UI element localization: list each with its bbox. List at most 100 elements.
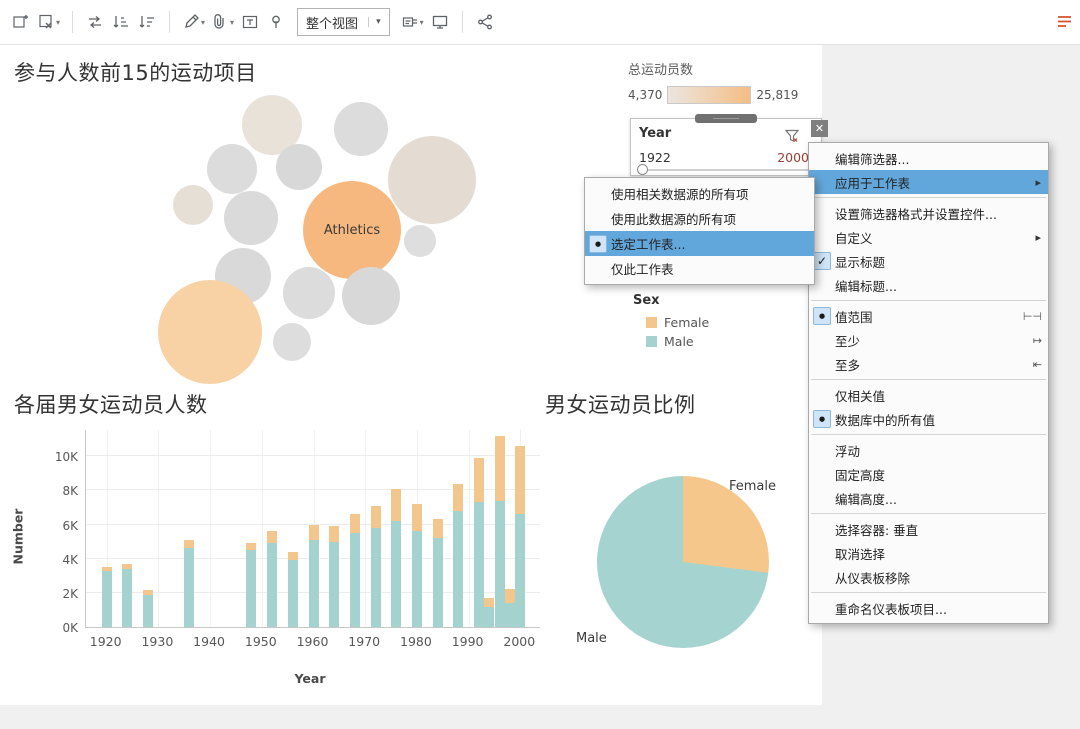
data-guide-icon[interactable] [1056, 13, 1073, 34]
bar-segment-female[interactable] [412, 504, 422, 531]
bubble-mark[interactable] [276, 144, 322, 190]
bar-segment-female[interactable] [433, 519, 443, 538]
bar-segment-female[interactable] [329, 526, 339, 541]
size-gradient-bar[interactable] [667, 86, 751, 104]
bar-segment-female[interactable] [143, 590, 153, 594]
menu-item[interactable]: 从仪表板移除 [809, 565, 1048, 589]
bar-segment-female[interactable] [391, 489, 401, 521]
bar-segment-female[interactable] [102, 567, 112, 570]
bar-segment-male[interactable] [350, 533, 360, 627]
share-icon[interactable] [472, 7, 498, 37]
menu-item-label: 编辑标题... [835, 276, 1024, 295]
bar-segment-male[interactable] [495, 501, 505, 627]
menu-item[interactable]: 至少↦ [809, 328, 1048, 352]
bubble-mark[interactable] [273, 323, 311, 361]
bubble-mark[interactable] [283, 267, 335, 319]
menu-item[interactable]: 至多⇤ [809, 352, 1048, 376]
bar-segment-male[interactable] [453, 511, 463, 627]
presentation-mode-icon[interactable] [427, 7, 453, 37]
bubble-mark[interactable] [404, 225, 436, 257]
bubble-mark[interactable] [388, 136, 476, 224]
menu-item[interactable]: 自定义▸ [809, 225, 1048, 249]
bar-segment-male[interactable] [412, 531, 422, 627]
bar-segment-male[interactable] [515, 514, 525, 627]
bar-segment-male[interactable] [143, 595, 153, 627]
bar-segment-female[interactable] [474, 458, 484, 502]
legend-item-female[interactable]: Female [646, 315, 709, 330]
menu-item[interactable]: 仅相关值 [809, 383, 1048, 407]
menu-item[interactable]: 使用相关数据源的所有项 [585, 181, 814, 206]
menu-item[interactable]: ●值范围⊢⊣ [809, 304, 1048, 328]
bar-segment-male[interactable] [474, 502, 484, 627]
bar-segment-female[interactable] [453, 484, 463, 511]
menu-item[interactable]: 浮动 [809, 438, 1048, 462]
bubble-mark[interactable] [207, 144, 257, 194]
menu-item[interactable]: 编辑标题... [809, 273, 1048, 297]
menu-item[interactable]: 固定高度 [809, 462, 1048, 486]
menu-item[interactable]: 取消选择 [809, 541, 1048, 565]
bar-segment-female[interactable] [515, 446, 525, 514]
bar-segment-female[interactable] [122, 564, 132, 569]
menu-item[interactable]: 设置筛选器格式并设置控件... [809, 201, 1048, 225]
bar-segment-female[interactable] [246, 543, 256, 551]
bar-segment-male[interactable] [267, 543, 277, 627]
menu-item-label: 使用此数据源的所有项 [611, 209, 790, 228]
bar-segment-male[interactable] [246, 550, 256, 627]
bar-segment-male[interactable] [309, 540, 319, 627]
bar-segment-female[interactable] [184, 540, 194, 549]
bar-segment-male[interactable] [329, 542, 339, 627]
bar-segment-female[interactable] [288, 552, 298, 561]
bar-segment-female[interactable] [505, 589, 515, 603]
menu-item[interactable]: ✓显示标题 [809, 249, 1048, 273]
bubble-mark[interactable] [224, 191, 278, 245]
bubble-athletics[interactable]: Athletics [303, 181, 401, 279]
range-slider-track[interactable] [641, 169, 809, 171]
close-icon[interactable]: ✕ [811, 120, 828, 137]
text-label-icon[interactable] [237, 7, 263, 37]
bar-segment-female[interactable] [484, 598, 494, 607]
bar-segment-male[interactable] [433, 538, 443, 627]
bubble-mark[interactable] [173, 185, 213, 225]
bubble-mark[interactable] [334, 102, 388, 156]
show-mark-labels-icon[interactable]: ▾ [398, 7, 427, 37]
menu-item[interactable]: ●数据库中的所有值 [809, 407, 1048, 431]
bar-segment-male[interactable] [102, 571, 112, 627]
drag-handle[interactable] [695, 114, 757, 123]
bar-segment-female[interactable] [495, 436, 505, 501]
menu-item[interactable]: 使用此数据源的所有项 [585, 206, 814, 231]
bar-segment-male[interactable] [184, 548, 194, 627]
highlight-pen-icon[interactable]: ▾ [179, 7, 208, 37]
bubble-mark[interactable] [158, 280, 262, 384]
year-filter-card[interactable]: ✕ Year 1922 2000 [630, 118, 822, 176]
menu-item[interactable]: ●选定工作表... [585, 231, 814, 256]
fix-axes-pin-icon[interactable] [263, 7, 289, 37]
bar-segment-female[interactable] [350, 514, 360, 533]
menu-item[interactable]: 编辑高度... [809, 486, 1048, 510]
format-paperclip-icon[interactable]: ▾ [208, 7, 237, 37]
bar-segment-female[interactable] [309, 525, 319, 540]
menu-item[interactable]: 仅此工作表 [585, 256, 814, 281]
bar-segment-female[interactable] [371, 506, 381, 528]
funnel-filter-icon[interactable] [785, 127, 799, 146]
bubble-mark[interactable] [342, 267, 400, 325]
bar-segment-female[interactable] [267, 531, 277, 543]
bar-segment-male[interactable] [391, 521, 401, 627]
menu-item[interactable]: 重命名仪表板项目... [809, 596, 1048, 620]
fit-selector[interactable]: 整个视图 ▾ [297, 8, 390, 36]
menu-item[interactable]: 编辑筛选器... [809, 146, 1048, 170]
swap-axes-icon[interactable] [82, 7, 108, 37]
bar-segment-male[interactable] [505, 603, 515, 627]
legend-item-male[interactable]: Male [646, 334, 709, 349]
range-slider-thumb[interactable] [637, 164, 648, 175]
menu-item[interactable]: 应用于工作表▸ [809, 170, 1048, 194]
sort-descending-icon[interactable] [134, 7, 160, 37]
new-dashboard-icon[interactable] [8, 7, 34, 37]
bar-segment-male[interactable] [484, 607, 494, 627]
bar-segment-male[interactable] [371, 528, 381, 627]
bar-segment-male[interactable] [288, 560, 298, 627]
bar-segment-male[interactable] [122, 569, 132, 627]
clear-sheet-icon[interactable]: ▾ [34, 7, 63, 37]
menu-item[interactable]: 选择容器: 垂直 [809, 517, 1048, 541]
sort-ascending-icon[interactable] [108, 7, 134, 37]
pie-chart[interactable] [597, 476, 769, 648]
